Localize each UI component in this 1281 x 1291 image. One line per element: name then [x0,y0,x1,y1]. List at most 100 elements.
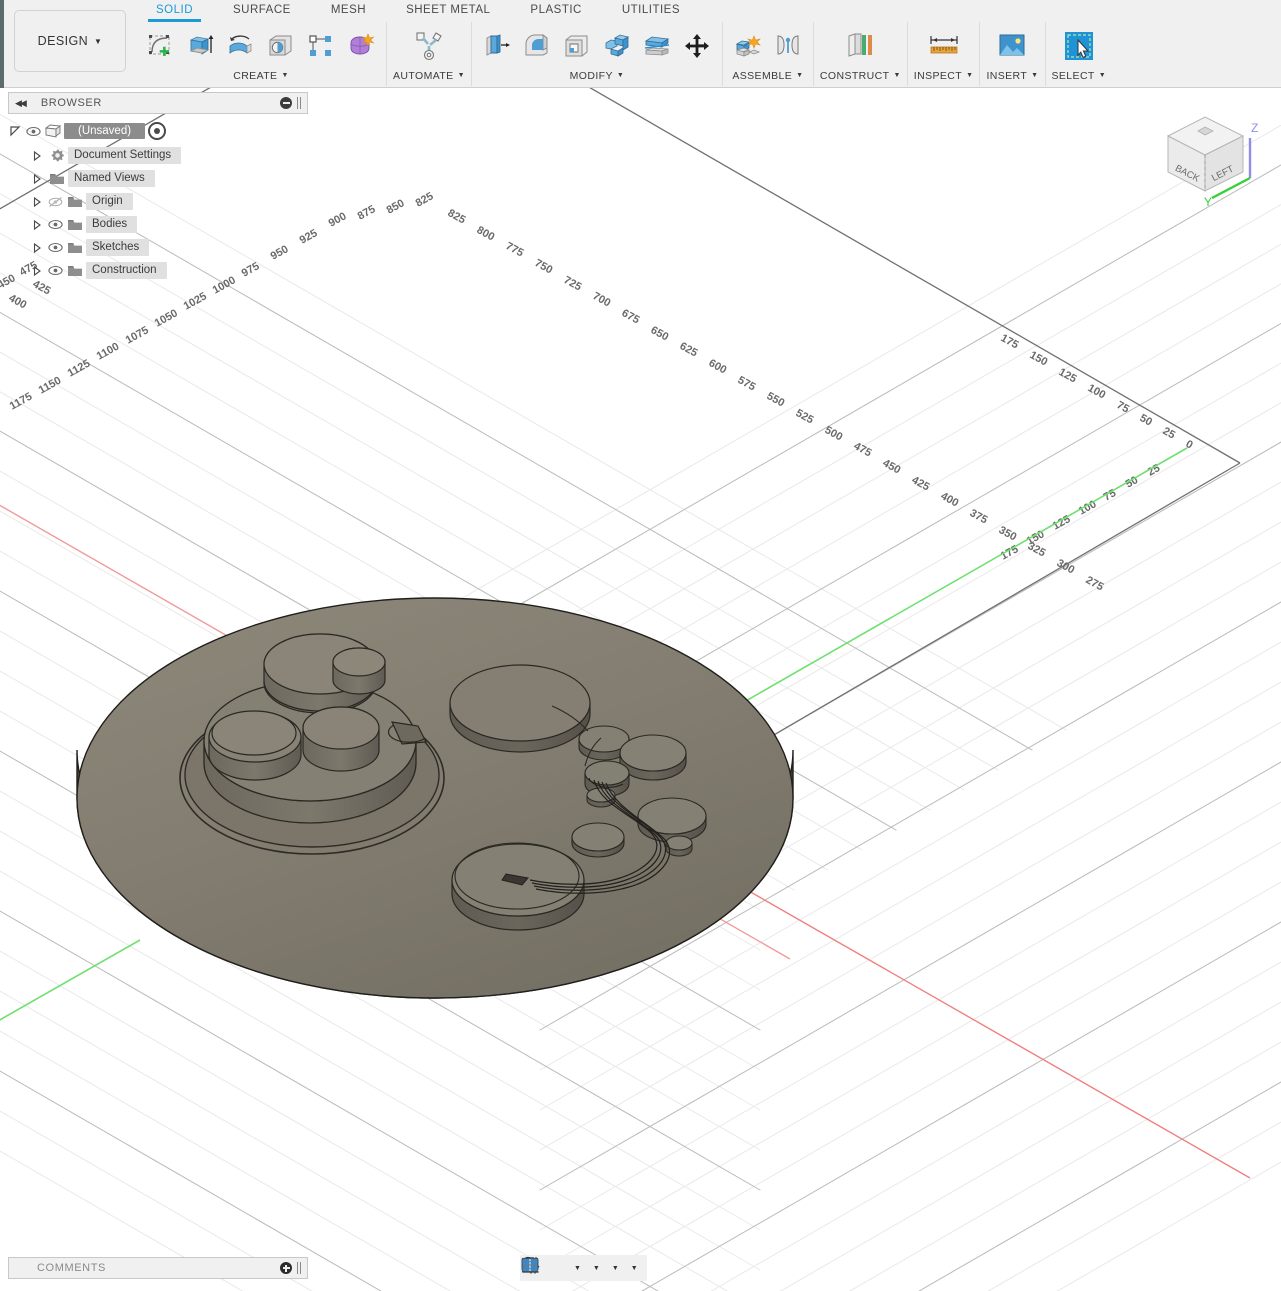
move-copy-icon[interactable] [678,26,716,66]
create-sketch-icon[interactable] [142,26,180,66]
display-settings-icon[interactable] [585,1256,591,1280]
viewports-icon[interactable] [623,1256,629,1280]
pad-big-upper-top [450,665,590,741]
tree-item-label: Construction [86,262,167,279]
grid-snaps-icon[interactable] [604,1256,610,1280]
svg-text:525: 525 [794,407,816,426]
visibility-eye-hidden-icon[interactable] [46,194,64,210]
add-comment-icon[interactable] [280,1262,292,1274]
minimize-icon[interactable] [280,97,292,109]
browser-tree: (Unsaved) Document Settings [8,114,308,282]
ribbon-tabs: SOLID SURFACE MESH SHEET METAL PLASTIC U… [136,0,700,22]
expand-triangle-icon[interactable] [8,124,22,138]
tab-solid[interactable]: SOLID [136,0,213,22]
svg-text:625: 625 [678,340,700,359]
offset-plane-icon[interactable] [841,26,879,66]
ribbon-group-assemble-label[interactable]: ASSEMBLE▼ [732,68,803,84]
tree-root-unsaved[interactable]: (Unsaved) [8,118,308,144]
viewports-dropdown-caret[interactable]: ▼ [631,1265,638,1272]
ribbon-group-select-label[interactable]: SELECT▼ [1052,68,1107,84]
expand-triangle-icon[interactable] [30,218,44,232]
ribbon-group-modify-label[interactable]: MODIFY▼ [570,68,625,84]
panel-grip[interactable] [297,1262,301,1274]
folder-icon [64,263,86,279]
expand-triangle-icon[interactable] [30,264,44,278]
svg-text:350: 350 [997,524,1019,543]
panel-grip[interactable] [297,97,301,109]
split-face-icon[interactable] [638,26,676,66]
svg-text:1025: 1025 [182,290,209,312]
ribbon-group-inspect-label[interactable]: INSPECT▼ [914,68,974,84]
visibility-eye-icon[interactable] [46,263,64,279]
zoom-window-dropdown-caret[interactable]: ▼ [574,1265,581,1272]
ribbon-group-construct-label[interactable]: CONSTRUCT▼ [820,68,901,84]
ribbon-group-automate-label[interactable]: AUTOMATE▼ [393,68,465,84]
visibility-eye-icon[interactable] [24,123,42,139]
svg-text:1075: 1075 [124,324,151,346]
tab-plastic[interactable]: PLASTIC [510,0,601,22]
expand-triangle-icon[interactable] [30,149,44,163]
tree-item-sketches[interactable]: Sketches [8,236,308,259]
folder-icon [64,194,86,210]
chevron-down-icon: ▼ [796,69,803,83]
svg-text:1100: 1100 [95,341,122,363]
svg-text:475: 475 [852,440,874,459]
ribbon-group-insert-label[interactable]: INSERT▼ [986,68,1038,84]
svg-text:75: 75 [1115,399,1132,415]
visibility-eye-icon[interactable] [46,217,64,233]
select-icon[interactable] [1060,26,1098,66]
hole-icon[interactable] [262,26,300,66]
rectangular-pattern-icon[interactable] [302,26,340,66]
expand-triangle-icon[interactable] [30,172,44,186]
double-left-arrow-icon[interactable]: ◀◀ [15,98,25,109]
combine-icon[interactable] [598,26,636,66]
svg-text:850: 850 [385,197,407,216]
svg-text:800: 800 [475,224,497,243]
svg-text:825: 825 [446,207,468,226]
tab-sheet-metal[interactable]: SHEET METAL [386,0,510,22]
tree-item-origin[interactable]: Origin [8,190,308,213]
extrude-icon[interactable] [182,26,220,66]
insert-image-icon[interactable] [993,26,1031,66]
zoom-icon[interactable] [559,1256,565,1280]
tab-mesh[interactable]: MESH [311,0,386,22]
zoom-window-icon[interactable] [566,1256,572,1280]
view-cube[interactable]: BACK LEFT Z Y [1148,98,1263,208]
fillet-icon[interactable] [518,26,556,66]
tab-utilities[interactable]: UTILITIES [602,0,700,22]
svg-text:375: 375 [968,507,990,526]
chevron-down-icon: ▼ [1031,69,1038,83]
expand-triangle-icon[interactable] [30,241,44,255]
new-component-icon[interactable] [729,26,767,66]
shell-icon[interactable] [558,26,596,66]
component-icon [42,123,64,139]
visibility-eye-icon[interactable] [46,240,64,256]
ribbon-group-inspect: INSPECT▼ [907,22,980,86]
measure-icon[interactable] [925,26,963,66]
pan-icon[interactable] [552,1256,558,1280]
tree-item-label: Document Settings [68,147,181,164]
tab-surface[interactable]: SURFACE [213,0,311,22]
automate-icon[interactable] [410,26,448,66]
tree-item-construction[interactable]: Construction [8,259,308,282]
revolve-icon[interactable] [222,26,260,66]
axis-x-line-2 [700,863,1250,1178]
tree-item-document-settings[interactable]: Document Settings [8,144,308,167]
joint-icon[interactable] [769,26,807,66]
activate-component-radio[interactable] [148,122,166,140]
design-workspace-button[interactable]: DESIGN ▼ [14,10,126,72]
press-pull-icon[interactable] [478,26,516,66]
tree-item-named-views[interactable]: Named Views [8,167,308,190]
ribbon-group-create: CREATE▼ [136,22,386,86]
look-at-icon[interactable] [545,1256,551,1280]
axis-z-label: Z [1251,121,1258,135]
ribbon-group-create-label[interactable]: CREATE▼ [233,68,289,84]
svg-text:875: 875 [356,203,378,222]
display-settings-dropdown-caret[interactable]: ▼ [593,1265,600,1272]
ribbon-group-construct: CONSTRUCT▼ [813,22,907,86]
tree-item-bodies[interactable]: Bodies [8,213,308,236]
grid-snaps-dropdown-caret[interactable]: ▼ [612,1265,619,1272]
browser-panel-header: ◀◀ BROWSER [8,92,308,114]
expand-triangle-icon[interactable] [30,195,44,209]
create-form-icon[interactable] [342,26,380,66]
